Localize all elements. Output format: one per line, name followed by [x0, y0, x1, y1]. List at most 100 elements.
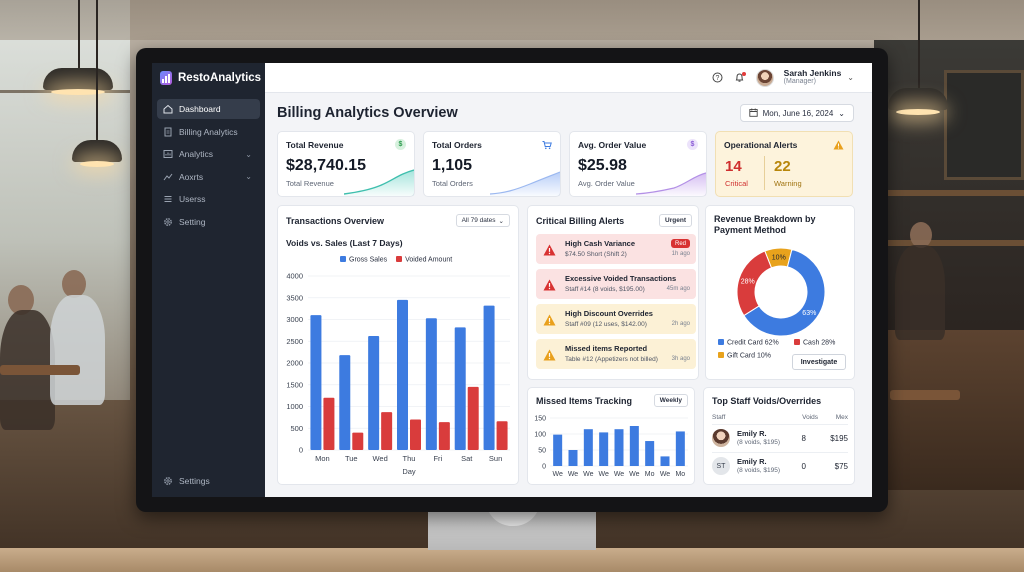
- table: [0, 365, 80, 375]
- y-tick-label: 2000: [286, 359, 303, 368]
- sidebar-item-analytics[interactable]: Analytics ⌄: [157, 144, 260, 164]
- kpi-value: $25.98: [578, 157, 627, 174]
- person: [895, 245, 945, 340]
- y-tick-label: 150: [534, 416, 546, 423]
- sidebar-item-label: Aoxrts: [179, 171, 204, 182]
- lamp-cord: [78, 0, 80, 70]
- warning-icon: [543, 348, 556, 366]
- section-title: Critical Billing Alerts: [536, 216, 625, 226]
- alert-item[interactable]: High Cash Variance $74.50 Short (Shift 2)…: [536, 234, 696, 264]
- bar-missed-items: [583, 429, 593, 466]
- avatar[interactable]: [755, 68, 774, 87]
- transactions-card: Transactions Overview All 79 dates ⌄ Voi…: [277, 205, 519, 485]
- x-tick-label: We: [583, 471, 593, 478]
- help-icon[interactable]: ?: [712, 72, 724, 84]
- dollar-icon: $: [687, 139, 698, 150]
- investigate-button[interactable]: Investigate: [792, 354, 846, 370]
- sidebar-item-settings[interactable]: Settings: [157, 471, 260, 491]
- bar-missed-items: [660, 456, 670, 466]
- legend-label: Gross Sales: [349, 256, 388, 264]
- sidebar-item-billing-analytics[interactable]: Billing Analytics: [157, 122, 260, 142]
- sidebar-item-label: Analytics: [179, 149, 214, 159]
- column-header-voids: Voids: [802, 414, 818, 421]
- sidebar-item-setting[interactable]: Setting: [157, 212, 260, 232]
- chevron-down-icon: ⌄: [245, 172, 252, 181]
- date-value: Mon, June 16, 2024: [762, 108, 834, 118]
- sidebar-item-dashboard[interactable]: Dashboard: [157, 99, 260, 119]
- date-picker[interactable]: Mon, June 16, 2024 ⌄: [739, 104, 854, 122]
- sparkline-orders: [490, 171, 560, 196]
- kpi-subtitle: Avg. Order Value: [578, 179, 635, 188]
- x-tick-label: Mo: [675, 471, 685, 478]
- voids-count: 8: [801, 434, 806, 443]
- top-bar: ? Sarah Jenkins (Manager) ⌄: [265, 63, 872, 93]
- x-tick-label: We: [598, 471, 608, 478]
- x-tick-label: Mon: [315, 454, 330, 463]
- user-name: Sarah Jenkins: [783, 68, 842, 79]
- kpi-total-revenue[interactable]: Total Revenue $ $28,740.15 Total Revenue: [277, 131, 415, 197]
- alert-item[interactable]: High Discount Overrides Staff #09 (12 use…: [536, 304, 696, 334]
- counter: [874, 330, 1024, 490]
- column-header-amount: Mex: [835, 414, 848, 421]
- shelf: [874, 240, 1024, 246]
- alert-time: 45m ago: [666, 286, 690, 292]
- bar-missed-items: [629, 426, 639, 466]
- shelf: [874, 190, 1024, 196]
- brand: RestoAnalytics: [152, 63, 265, 93]
- warning-icon: [833, 139, 844, 150]
- x-tick-label: We: [568, 471, 578, 478]
- alert-item[interactable]: Excessive Voided Transactions Staff #14 (…: [536, 269, 696, 299]
- billing-alerts-card: Critical Billing Alerts Urgent High Cash…: [527, 205, 699, 380]
- svg-text:?: ?: [716, 75, 720, 82]
- kpi-avg-order-value[interactable]: Avg. Order Value $ $25.98 Avg. Order Val…: [569, 131, 707, 197]
- table-row[interactable]: Emily R. (8 voids, $195) 8 $195: [712, 424, 848, 450]
- kpi-operational-alerts[interactable]: Operational Alerts 14 Critical 22 Warnin…: [715, 131, 853, 197]
- date-filter-dropdown[interactable]: All 79 dates ⌄: [455, 214, 510, 227]
- table: [890, 390, 960, 400]
- user-role: (Manager): [783, 78, 816, 86]
- alert-item[interactable]: Missed items Reported Table #12 (Appetize…: [536, 339, 696, 369]
- bell-icon[interactable]: [734, 71, 746, 84]
- alert-title: High Cash Variance: [565, 239, 636, 248]
- x-tick-label: Fri: [433, 454, 442, 463]
- critical-label: Critical: [725, 179, 748, 188]
- sidebar-item-users[interactable]: Userss: [157, 189, 260, 209]
- bar-voided-amount: [438, 422, 450, 450]
- period-filter[interactable]: Weekly: [653, 394, 688, 407]
- warning-icon: [543, 278, 556, 296]
- y-tick-label: 50: [538, 448, 546, 455]
- title-line: Revenue Breakdown by: [714, 214, 816, 224]
- legend-label: Credit Card 62%: [727, 339, 779, 347]
- sidebar-item-label: Settings: [179, 476, 210, 486]
- urgent-badge: Urgent: [659, 214, 692, 227]
- main-content: ? Sarah Jenkins (Manager) ⌄ Billing Anal…: [265, 63, 872, 497]
- bar-gross-sales: [454, 327, 466, 450]
- slice-label: 28%: [741, 279, 755, 286]
- user-menu[interactable]: Sarah Jenkins (Manager): [784, 69, 842, 85]
- legend-swatch: [794, 339, 800, 345]
- person: [62, 270, 86, 298]
- y-tick-label: 0: [542, 464, 546, 471]
- legend-item-credit-card: Credit Card 62%: [718, 339, 779, 347]
- sidebar-item-alerts[interactable]: Aoxrts ⌄: [157, 167, 260, 187]
- chevron-down-icon[interactable]: ⌄: [847, 73, 854, 82]
- y-tick-label: 500: [290, 424, 303, 433]
- pendant-lamp: [72, 140, 122, 167]
- chart-title: Voids vs. Sales (Last 7 Days): [286, 238, 403, 248]
- kpi-subtitle: Total Revenue: [286, 179, 334, 188]
- legend-swatch: [718, 339, 724, 345]
- severity-tag: Red: [670, 239, 690, 248]
- sidebar-item-label: Billing Analytics: [179, 126, 238, 137]
- critical-count: 14: [725, 158, 742, 175]
- title-line: Payment Method: [714, 225, 787, 236]
- bar-missed-items: [568, 450, 578, 466]
- table-row[interactable]: ST Emily R. (8 voids, $195) 0 $75: [712, 452, 848, 478]
- x-tick-label: Sat: [461, 454, 473, 463]
- kpi-title: Total Orders: [432, 140, 482, 150]
- sidebar-nav: Dashboard Billing Analytics Analytics ⌄ …: [152, 99, 265, 232]
- y-tick-label: 1500: [286, 380, 303, 389]
- bar-gross-sales: [339, 355, 351, 450]
- warning-icon: [543, 313, 556, 331]
- x-tick-label: We: [614, 471, 624, 478]
- kpi-total-orders[interactable]: Total Orders 1,105 Total Orders: [423, 131, 561, 197]
